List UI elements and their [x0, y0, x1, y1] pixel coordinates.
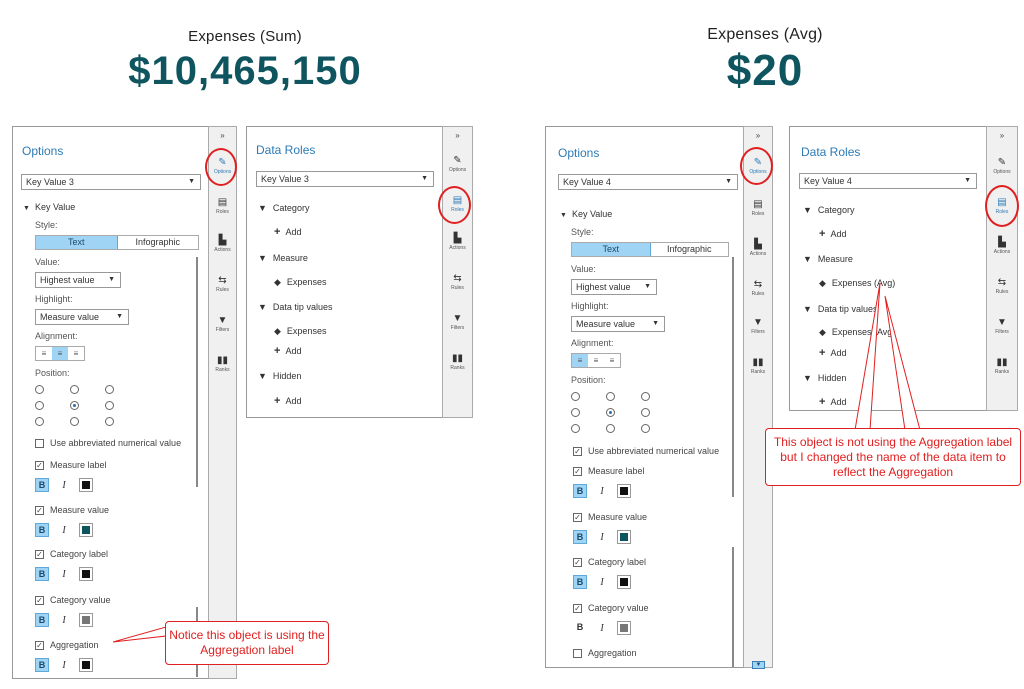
callout-left: Notice this object is using the Aggregat… — [165, 621, 329, 665]
left-callout-pointer — [112, 626, 167, 643]
right-callout-pointer-1 — [854, 282, 881, 431]
callout-right: This object is not using the Aggregation… — [765, 428, 1021, 486]
right-callout-pointer-2 — [884, 295, 921, 431]
callout-pointers — [112, 282, 921, 643]
